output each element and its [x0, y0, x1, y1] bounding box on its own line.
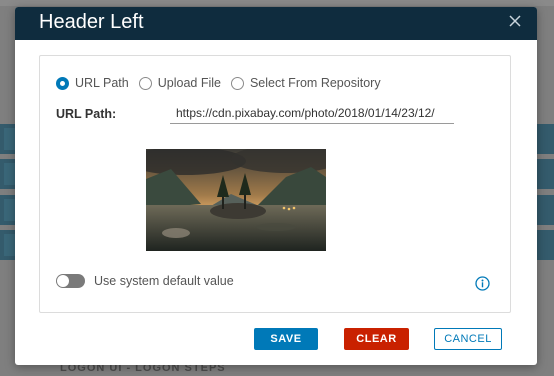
cancel-button[interactable]: CANCEL	[434, 328, 502, 350]
radio-url-path[interactable]: URL Path	[56, 76, 129, 90]
radio-button-checked[interactable]	[56, 76, 69, 90]
header-left-dialog: Header Left URL Path Upload File Select …	[15, 7, 537, 365]
url-path-label: URL Path:	[56, 107, 117, 121]
image-preview	[146, 149, 326, 251]
radio-label: Upload File	[157, 76, 221, 90]
default-value-toggle[interactable]	[56, 274, 85, 288]
image-settings-panel: URL Path Upload File Select From Reposit…	[39, 55, 511, 313]
radio-label: Select From Repository	[249, 76, 381, 90]
default-value-label: Use system default value	[94, 274, 234, 288]
radio-upload-file[interactable]: Upload File	[138, 76, 221, 90]
radio-button[interactable]	[138, 76, 152, 90]
radio-label: URL Path	[75, 76, 129, 90]
toggle-knob	[57, 275, 69, 287]
save-button[interactable]: SAVE	[254, 328, 318, 350]
image-source-radio-group: URL Path Upload File Select From Reposit…	[56, 76, 391, 90]
info-icon[interactable]	[475, 276, 490, 291]
dialog-header: Header Left	[15, 7, 537, 40]
background-topbar	[0, 0, 554, 6]
radio-select-from-repository[interactable]: Select From Repository	[230, 76, 381, 90]
url-path-input[interactable]	[170, 102, 454, 124]
default-value-toggle-row: Use system default value	[56, 274, 234, 288]
close-icon[interactable]	[507, 13, 523, 29]
radio-button[interactable]	[230, 76, 244, 90]
clear-button[interactable]: CLEAR	[344, 328, 409, 350]
dialog-title: Header Left	[39, 11, 144, 33]
